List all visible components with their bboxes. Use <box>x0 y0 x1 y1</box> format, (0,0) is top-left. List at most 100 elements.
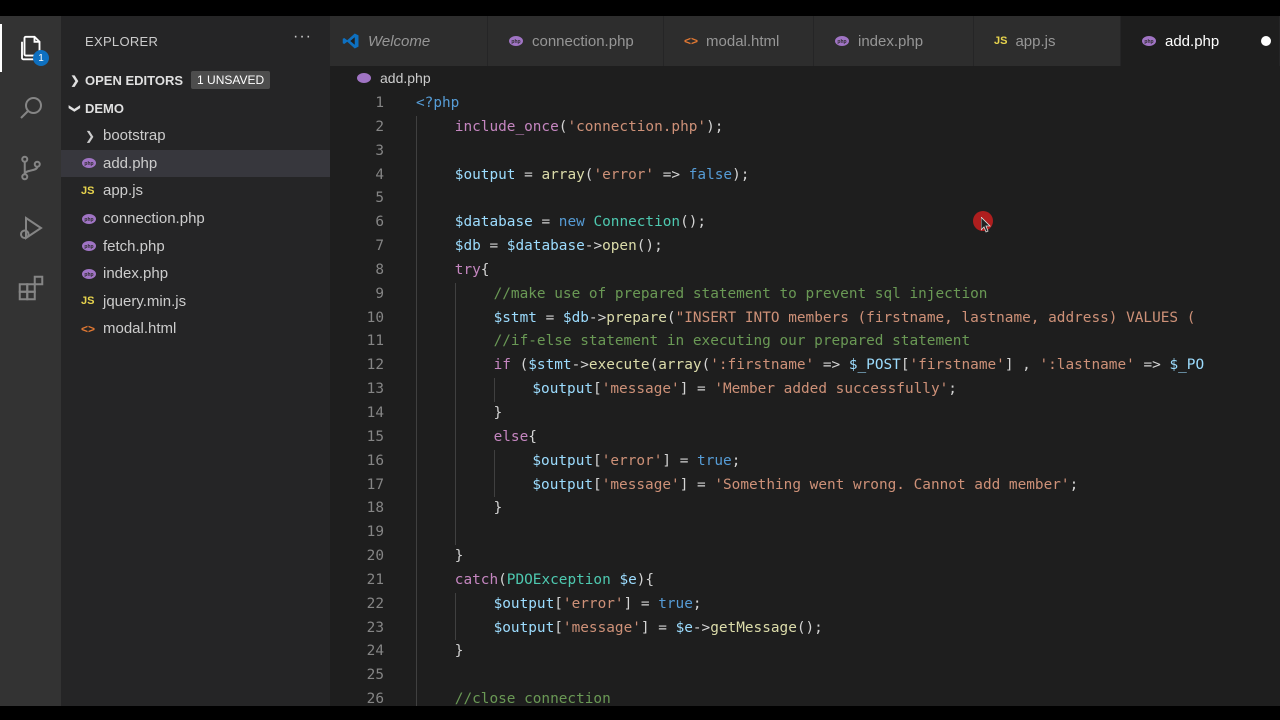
code-line[interactable]: 5 <box>330 187 1280 212</box>
code-line[interactable]: 25 <box>330 664 1280 689</box>
tree-item-fetch-php[interactable]: php fetch.php <box>61 232 330 260</box>
vscode-window: 1 EXPLORER ··· ❯ OPEN EDITORS 1 UNSAVED … <box>0 16 1280 706</box>
breadcrumb[interactable]: add.php <box>330 66 1280 90</box>
line-number: 25 <box>366 667 384 684</box>
code-line[interactable]: 13 $output['message'] = 'Member added suc… <box>330 378 1280 402</box>
code-line[interactable]: 6 $database = new Connection(); <box>330 211 1280 236</box>
code-line[interactable]: 16 $output['error'] = true; <box>330 449 1280 474</box>
tab-add-php[interactable]: php add.php <box>1121 16 1280 66</box>
tree-item-label: app.js <box>103 182 144 200</box>
tree-item-add-php[interactable]: php add.php <box>61 149 330 178</box>
code-line[interactable]: 18} <box>330 497 1280 522</box>
tab-label: add.php <box>1165 32 1220 50</box>
indent-guide <box>454 473 456 498</box>
code-line[interactable]: 17 $output['message'] = 'Something went w… <box>330 473 1280 498</box>
tree-item-app-js[interactable]: JS app.js <box>61 177 330 205</box>
line-number: 1 <box>375 95 384 111</box>
tree-item-index-php[interactable]: php index.php <box>61 260 330 288</box>
tree-item-modal-html[interactable]: <> modal.html <box>61 315 330 343</box>
code-line[interactable]: 11 //if-else statement in executing our p… <box>330 330 1280 355</box>
tab-label: connection.php <box>532 32 634 50</box>
code-text: $output['message'] = 'Member added succe… <box>532 381 957 398</box>
line-number: 24 <box>366 643 384 660</box>
code-line[interactable]: 26 //close connection <box>330 688 1280 706</box>
tab-app-js[interactable]: JS app.js <box>974 16 1121 66</box>
code-line[interactable]: 21 catch(PDOException $e){ <box>330 568 1280 593</box>
code-text: $output['message'] = $e->getMessage(); <box>493 619 823 636</box>
tree-item-label: connection.php <box>103 210 205 228</box>
js-file-icon: JS <box>994 35 1008 47</box>
folder-section[interactable]: ❯ DEMO <box>61 94 330 122</box>
line-number: 9 <box>375 285 384 302</box>
tree-item-label: modal.html <box>103 320 177 338</box>
vscode-icon <box>342 32 360 50</box>
tab-modal-html[interactable]: <> modal.html <box>664 16 814 66</box>
open-editors-section[interactable]: ❯ OPEN EDITORS 1 UNSAVED <box>61 66 330 94</box>
activity-bar: 1 <box>0 16 61 706</box>
source-control-icon[interactable] <box>0 144 61 192</box>
code-text: } <box>493 500 503 517</box>
indent-guide <box>416 211 417 236</box>
extensions-icon[interactable] <box>0 264 61 312</box>
indent-guide <box>454 354 456 379</box>
tree-item-bootstrap[interactable]: ❯ bootstrap <box>61 122 330 150</box>
search-icon[interactable] <box>0 84 61 132</box>
php-file-icon: php <box>834 35 850 47</box>
indent-guide <box>493 473 495 498</box>
line-number: 19 <box>366 524 384 541</box>
indent-guide <box>416 640 417 665</box>
code-text: } <box>493 404 503 421</box>
explorer-icon[interactable]: 1 <box>0 24 61 72</box>
line-number: 15 <box>366 428 384 445</box>
php-file-icon: php <box>81 213 103 225</box>
code-line[interactable]: 8 try{ <box>330 258 1280 283</box>
code-text: //if-else statement in executing our pre… <box>493 333 971 350</box>
tab-index-php[interactable]: php index.php <box>814 16 974 66</box>
tree-item-jquery-min-js[interactable]: JS jquery.min.js <box>61 288 330 316</box>
indent-guide <box>416 521 417 546</box>
indent-guide <box>416 139 417 164</box>
code-text: $database = new Connection(); <box>454 214 707 231</box>
code-line[interactable]: 2 include_once('connection.php'); <box>330 115 1280 140</box>
run-debug-icon[interactable] <box>0 204 61 252</box>
more-actions-icon[interactable]: ··· <box>293 28 312 46</box>
code-text: //make use of prepared statement to prev… <box>493 285 988 302</box>
unsaved-badge: 1 UNSAVED <box>191 71 271 89</box>
code-line[interactable]: 12 if ($stmt->execute(array(':firstname' … <box>330 354 1280 379</box>
code-line[interactable]: 14} <box>330 401 1280 426</box>
indent-guide <box>454 521 456 546</box>
code-line[interactable]: 1 <?php <box>330 92 1280 116</box>
tab-welcome[interactable]: Welcome <box>330 16 488 66</box>
code-line[interactable]: 10 $stmt = $db->prepare("INSERT INTO memb… <box>330 306 1280 331</box>
code-line[interactable]: 15 else{ <box>330 425 1280 450</box>
explorer-title: EXPLORER <box>85 33 159 49</box>
tab-label: modal.html <box>706 32 780 50</box>
code-editor[interactable]: 1 <?php 2 include_once('connection.php'); 3 4… <box>330 92 1280 706</box>
js-file-icon: JS <box>81 295 95 308</box>
code-line[interactable]: 3 <box>330 139 1280 164</box>
unsaved-dot-icon[interactable] <box>1261 36 1272 46</box>
tree-item-connection-php[interactable]: php connection.php <box>61 205 330 233</box>
line-number: 18 <box>366 500 384 517</box>
line-number: 26 <box>366 691 384 706</box>
editor-area: Welcome php connection.php <> modal.html php i… <box>330 16 1280 706</box>
code-line[interactable]: 4 $output = array('error' => false); <box>330 163 1280 188</box>
code-line[interactable]: 23 $output['message'] = $e->getMessage(); <box>330 616 1280 641</box>
code-text: if ($stmt->execute(array(':firstname' =>… <box>493 357 1205 374</box>
php-file-icon: php <box>81 268 103 280</box>
code-text: include_once('connection.php'); <box>454 118 724 135</box>
code-line[interactable]: 19 <box>330 521 1280 546</box>
tab-label: app.js <box>1015 32 1056 50</box>
code-line[interactable]: 9 //make use of prepared statement to pre… <box>330 282 1280 307</box>
svg-text:php: php <box>837 39 846 45</box>
line-number: 3 <box>375 142 384 159</box>
tab-connection-php[interactable]: php connection.php <box>488 16 664 66</box>
indent-guide <box>416 497 417 522</box>
code-line[interactable]: 24} <box>330 640 1280 665</box>
indent-guide <box>493 449 495 474</box>
code-line[interactable]: 20} <box>330 545 1280 569</box>
svg-text:php: php <box>511 39 520 45</box>
code-line[interactable]: 22 $output['error'] = true; <box>330 592 1280 617</box>
line-number: 5 <box>375 190 384 207</box>
code-line[interactable]: 7 $db = $database->open(); <box>330 235 1280 259</box>
